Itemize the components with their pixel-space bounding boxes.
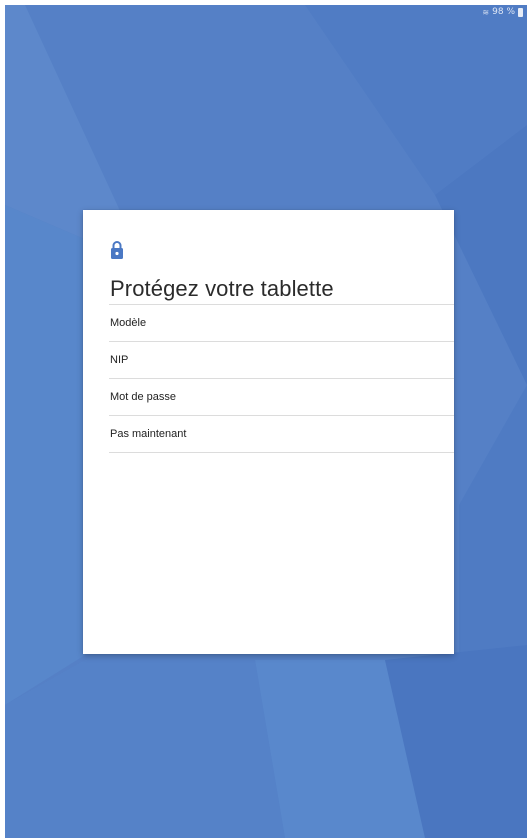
lock-options-list: Modèle NIP Mot de passe Pas maintenant	[109, 304, 454, 453]
dialog-title: Protégez votre tablette	[110, 276, 334, 301]
option-pattern[interactable]: Modèle	[109, 305, 454, 342]
status-bar: ≋ 98 %	[478, 5, 527, 19]
battery-percentage: 98 %	[492, 7, 515, 17]
option-pin[interactable]: NIP	[109, 342, 454, 379]
protect-tablet-dialog: Protégez votre tablette Modèle NIP Mot d…	[83, 210, 454, 654]
option-not-now[interactable]: Pas maintenant	[109, 416, 454, 453]
screen: ≋ 98 % Protégez votre tablette Modèle NI…	[0, 0, 527, 838]
battery-icon	[518, 7, 523, 17]
option-password[interactable]: Mot de passe	[109, 379, 454, 416]
lock-icon	[111, 241, 123, 259]
wifi-icon: ≋	[482, 7, 490, 17]
